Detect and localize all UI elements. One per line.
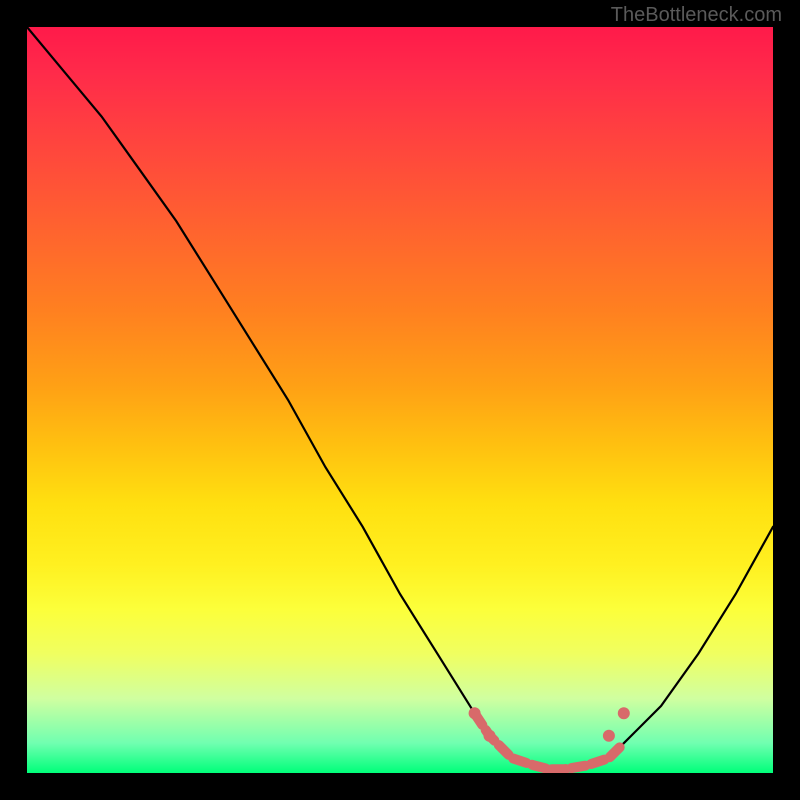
curve-marker [469, 707, 481, 719]
attribution-text: TheBottleneck.com [611, 4, 782, 27]
curve-marker [618, 707, 630, 719]
curve-marker [484, 730, 496, 742]
curve-marker [603, 730, 615, 742]
chart-plot-area [27, 27, 773, 773]
bottleneck-curve-line [27, 27, 773, 769]
curve-markers [469, 707, 630, 741]
optimal-zone-highlight [475, 713, 624, 769]
chart-svg [27, 27, 773, 773]
